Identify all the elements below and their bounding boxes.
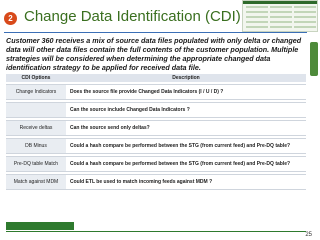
description-cell: Can the source send only deltas? xyxy=(66,120,306,136)
description-cell: Could a hash compare be performed betwee… xyxy=(66,156,306,172)
table-row: Can the source include Changed Data Indi… xyxy=(6,102,306,118)
side-section-tab xyxy=(310,42,318,76)
table-row: Receive deltas Can the source send only … xyxy=(6,120,306,136)
thumbnail-column xyxy=(246,6,268,29)
cdi-option-cell: Pre-DQ table Match xyxy=(6,156,66,172)
column-header-cdi-options: CDI Options xyxy=(6,74,66,82)
cdi-option-cell: Change Indicators xyxy=(6,84,66,100)
header-divider xyxy=(4,32,307,33)
cdi-option-cell: DB Minus xyxy=(6,138,66,154)
table-row: Change Indicators Does the source file p… xyxy=(6,84,306,100)
page-number: 25 xyxy=(305,232,312,238)
section-number-badge: 2 xyxy=(4,12,17,25)
column-header-description: Description xyxy=(66,74,306,82)
thumbnail-header-bar xyxy=(243,1,317,4)
cdi-option-cell: Match against MDM xyxy=(6,174,66,190)
cdi-option-cell xyxy=(6,102,66,118)
thumbnail-column xyxy=(270,6,292,29)
table-header-row: CDI Options Description xyxy=(6,74,306,82)
navigation-thumbnail[interactable] xyxy=(242,0,318,32)
description-cell: Could ETL be used to match incoming feed… xyxy=(66,174,306,190)
thumbnail-column xyxy=(294,6,316,29)
description-cell: Can the source include Changed Data Indi… xyxy=(66,102,306,118)
footer-divider xyxy=(6,231,306,232)
table-row: DB Minus Could a hash compare be perform… xyxy=(6,138,306,154)
footer-brand-block xyxy=(6,222,74,230)
cdi-options-table: CDI Options Description Change Indicator… xyxy=(6,72,306,192)
table-row: Match against MDM Could ETL be used to m… xyxy=(6,174,306,190)
cdi-option-cell: Receive deltas xyxy=(6,120,66,136)
page-title: Change Data Identification (CDI) xyxy=(24,8,241,25)
description-cell: Could a hash compare be performed betwee… xyxy=(66,138,306,154)
description-cell: Does the source file provide Changed Dat… xyxy=(66,84,306,100)
table-row: Pre-DQ table Match Could a hash compare … xyxy=(6,156,306,172)
intro-paragraph: Customer 360 receives a mix of source da… xyxy=(6,36,302,72)
